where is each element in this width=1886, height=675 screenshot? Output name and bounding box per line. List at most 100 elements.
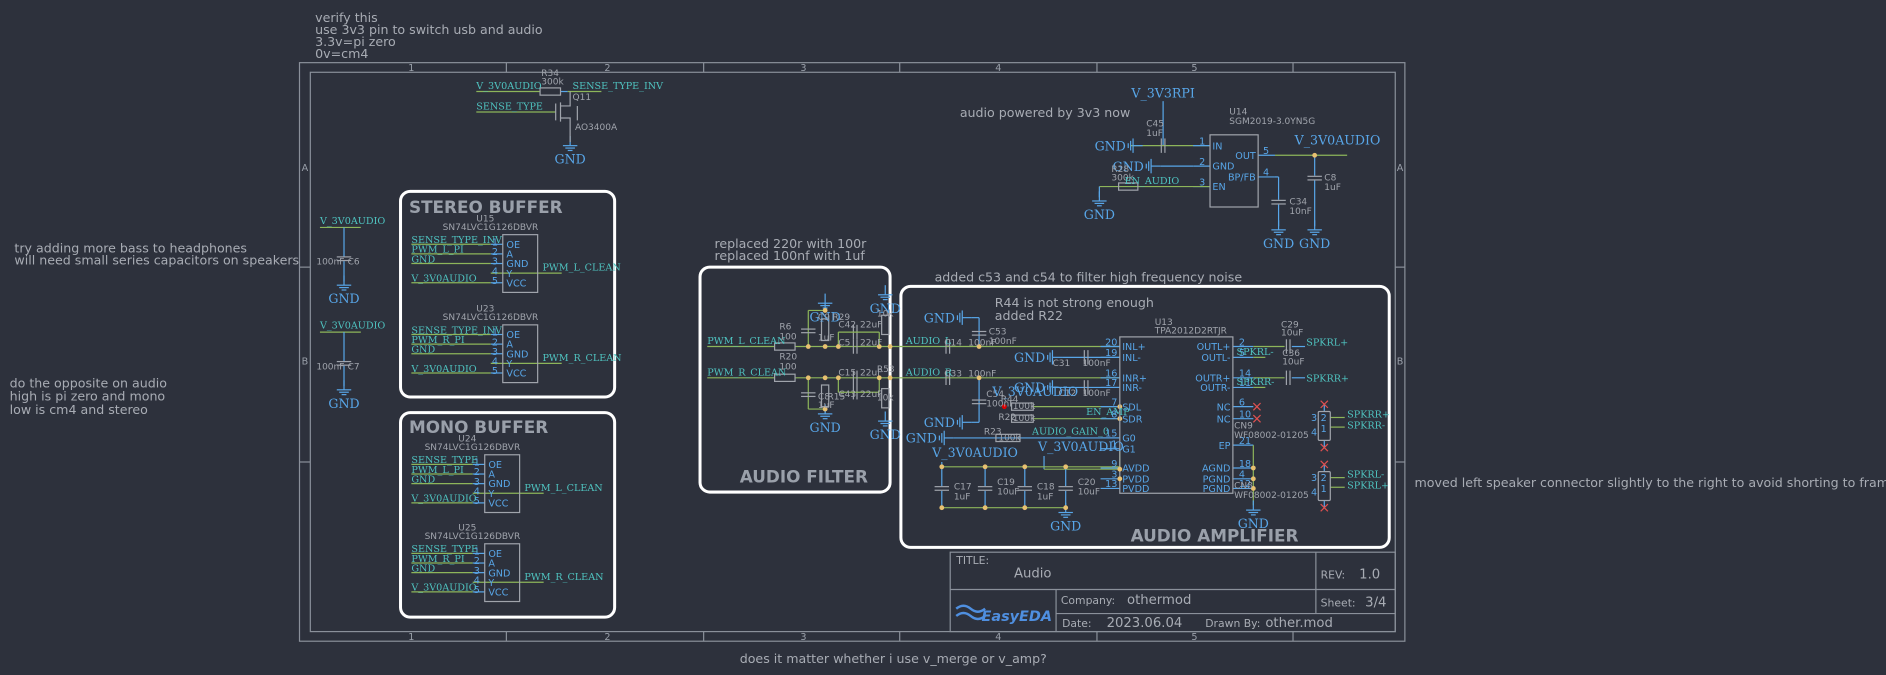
pin-name: PVDD: [1122, 484, 1149, 495]
gnd-symbol: GND: [1084, 207, 1115, 222]
schematic-canvas[interactable]: verify thisuse 3v3 pin to switch usb and…: [0, 0, 1886, 675]
net-label-output: PWM_R_CLEAN: [524, 572, 603, 583]
connector-reference: CN8: [1234, 481, 1253, 491]
junction-dot: [1312, 152, 1318, 158]
net-label-4: V_3V0AUDIO: [410, 494, 476, 505]
pin-name: VCC: [506, 278, 526, 289]
connector-part-number: WF08002-01205: [1234, 491, 1309, 501]
revision-value: 1.0: [1359, 568, 1380, 583]
net-label-speaker: SPKRR-: [1236, 377, 1274, 388]
pin-number: 15: [1105, 429, 1117, 440]
pin-number: 7: [1111, 397, 1117, 408]
net-label-2: GND: [411, 254, 435, 265]
frame-column-label: 5: [1191, 63, 1197, 74]
junction-dot: [822, 375, 828, 381]
note-text: will need small series capacitors on spe…: [14, 253, 299, 268]
power-label-vin: V_3V3RPI: [1130, 86, 1195, 101]
company-label: Company:: [1061, 594, 1115, 607]
net-label-2: GND: [411, 345, 435, 356]
gnd-symbol: GND: [1299, 236, 1330, 251]
junction-dot: [1022, 464, 1028, 470]
net-label-input: PWM_L_CLEAN: [707, 336, 785, 347]
pin-number: 3: [1311, 473, 1317, 484]
pin-name: BP/FB: [1228, 173, 1256, 184]
pin-name: INR-: [1122, 383, 1142, 394]
junction-dot: [982, 464, 988, 470]
pin-name: NC: [1217, 402, 1231, 413]
pin-name: EP: [1219, 441, 1231, 452]
net-label-speaker: SPKRR+: [1347, 409, 1390, 420]
frame-column-label: 1: [408, 63, 414, 74]
note-text: 0v=cm4: [315, 46, 368, 61]
capacitor-value: 100nF: [1083, 389, 1111, 399]
note-text: replaced 100nf with 1uf: [714, 248, 865, 263]
connector-part-number: WF08002-01205: [1234, 431, 1309, 441]
resistor-value: 10k: [877, 394, 894, 404]
pin-name: EN: [1212, 182, 1225, 193]
pin-name: OUTL-: [1201, 353, 1230, 364]
resistor-value: 100: [779, 332, 796, 342]
gnd-symbol: GND: [1095, 138, 1126, 153]
gnd-symbol: GND: [810, 420, 841, 435]
net-label-input: SENSE_TYPE: [476, 102, 543, 113]
frame-column-label: 5: [1191, 632, 1197, 643]
note-text: added c53 and c54 to filter high frequen…: [935, 270, 1243, 285]
capacitor-reference: C18: [1037, 483, 1055, 493]
pin-number: 17: [1105, 378, 1117, 389]
pin-name: VCC: [488, 498, 508, 509]
pin-name: OUT: [1235, 151, 1256, 162]
pin-name: IN: [1212, 141, 1222, 152]
note-text: added R22: [995, 308, 1063, 323]
capacitor-reference: C6: [348, 258, 360, 268]
net-label-output: SENSE_TYPE_INV: [573, 81, 665, 92]
capacitor-reference: C17: [954, 483, 972, 493]
ic-part-number: SN74LVC1G126DBVR: [443, 223, 539, 233]
transistor-reference: Q11: [573, 93, 592, 103]
pin-number: 3: [1311, 413, 1317, 424]
power-label-supply: V_3V0AUDIO: [931, 445, 1018, 460]
gnd-symbol: GND: [924, 310, 955, 325]
block-title: AUDIO AMPLIFIER: [1131, 525, 1299, 545]
capacitor-reference: C9: [818, 313, 830, 323]
pin-number: 19: [1105, 348, 1117, 359]
pin-number: 6: [1239, 397, 1245, 408]
easyeda-logo: EasyEDA: [981, 609, 1052, 625]
gnd-symbol: GND: [328, 291, 359, 306]
note-text: audio powered by 3v3 now: [960, 105, 1130, 120]
pin-name: INL-: [1122, 353, 1141, 364]
pin-name: OUTR-: [1200, 383, 1230, 394]
net-label-supply: V_3V0AUDIO: [319, 216, 385, 227]
resistor-value: 300k: [541, 77, 564, 87]
capacitor-reference: C33: [944, 370, 962, 380]
capacitor-value: 1uF: [954, 492, 971, 502]
pin-number: 2: [1321, 473, 1327, 484]
note-text: moved left speaker connector slightly to…: [1415, 475, 1886, 490]
capacitor-value: 10nF: [1289, 207, 1311, 217]
pin-number: 20: [1105, 337, 1117, 348]
resistor-reference: R15: [828, 392, 846, 402]
frame-row-label: B: [1397, 357, 1404, 368]
net-label-input: PWM_R_CLEAN: [707, 367, 786, 378]
capacitor-value: 100nF: [1083, 359, 1111, 369]
net-label-speaker: SPKRL-: [1347, 470, 1384, 481]
junction-dot: [939, 464, 945, 470]
capacitor-value: 22uF: [860, 338, 882, 348]
junction-dot: [1063, 464, 1069, 470]
pin-name: INL+: [1122, 342, 1145, 353]
resistor-value: 10k: [877, 309, 894, 319]
pin-number: 4: [1311, 428, 1317, 439]
gnd-symbol: GND: [1050, 519, 1081, 534]
net-label-supply: V_3V0AUDIO: [475, 81, 541, 92]
power-label-vout: V_3V0AUDIO: [1294, 132, 1381, 147]
drawn-by-label: Drawn By:: [1205, 617, 1260, 630]
capacitor-value: 10uF: [1281, 329, 1303, 339]
junction-dot: [1250, 465, 1256, 471]
junction-dot: [887, 344, 893, 349]
net-label-output: PWM_R_CLEAN: [542, 353, 621, 364]
capacitor-reference: C53: [989, 327, 1007, 337]
pin-number: 18: [1239, 459, 1251, 470]
capacitor-value: 1uF: [1146, 129, 1163, 139]
net-label-4: V_3V0AUDIO: [410, 274, 476, 285]
capacitor-reference: C8: [1324, 174, 1336, 184]
frame-column-label: 3: [800, 632, 806, 643]
